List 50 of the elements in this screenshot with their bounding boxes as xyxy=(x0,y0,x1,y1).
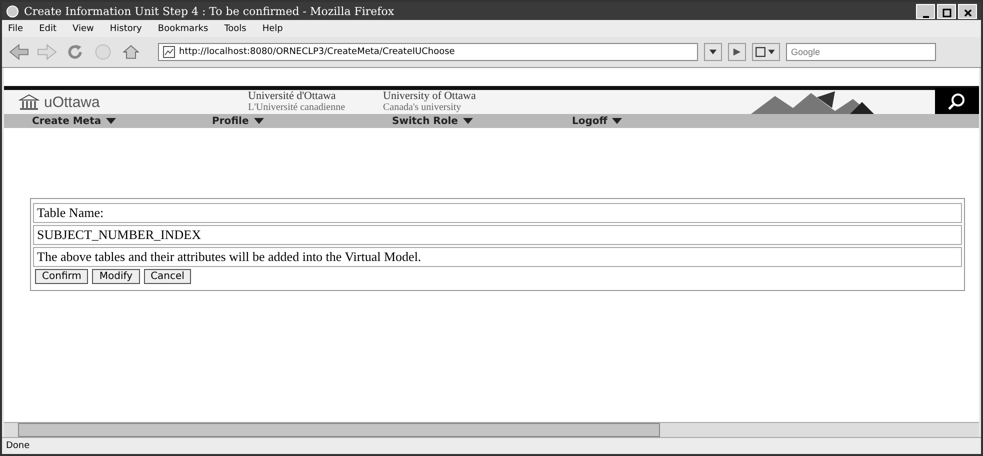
go-button[interactable] xyxy=(728,43,746,61)
minimize-button[interactable] xyxy=(916,4,935,18)
minimize-icon xyxy=(922,16,928,18)
status-text: Done xyxy=(6,441,30,451)
back-icon[interactable] xyxy=(8,43,30,61)
address-field[interactable]: http://localhost:8080/ORNECLP3/CreateMeta/CreateIUChoose xyxy=(158,43,698,61)
menu-item[interactable]: History xyxy=(110,24,142,34)
nav-menu[interactable]: Switch Role xyxy=(392,116,572,126)
university-name: University of Ottawa xyxy=(383,91,477,102)
table-cell: The above tables and their attributes will be added into the Virtual Model. xyxy=(33,247,962,267)
university-tagline: Canada's university xyxy=(383,102,462,113)
browser-icon xyxy=(6,4,19,18)
table-cell: SUBJECT_NUMBER_INDEX xyxy=(33,225,962,245)
caret-icon xyxy=(462,117,473,125)
menu-item[interactable]: Edit xyxy=(39,24,56,34)
dropdown-button[interactable] xyxy=(704,43,722,61)
logo-text: uOttawa xyxy=(44,94,100,110)
university-name: Université d'Ottawa xyxy=(248,91,337,102)
menu-item[interactable]: View xyxy=(72,24,94,34)
window-title: Create Information Unit Step 4 : To be confirmed - Mozilla Firefox xyxy=(24,4,396,18)
nav-menu[interactable]: Logoff xyxy=(572,116,622,126)
form-button[interactable]: Cancel xyxy=(144,269,192,284)
menu-item[interactable]: Help xyxy=(262,24,283,34)
building-icon xyxy=(18,94,40,110)
caret-icon xyxy=(612,117,622,125)
page-icon xyxy=(163,46,175,58)
form-button[interactable]: Confirm xyxy=(35,269,88,284)
close-icon xyxy=(962,8,972,18)
search-icon xyxy=(947,92,967,112)
university-tagline: L'Université canadienne xyxy=(248,102,346,113)
horizontal-scrollbar[interactable] xyxy=(4,422,979,437)
nav-menu[interactable]: Profile xyxy=(212,116,392,126)
search-engine-button[interactable] xyxy=(752,43,780,61)
menu-item[interactable]: Bookmarks xyxy=(158,24,208,34)
form-button[interactable]: Modify xyxy=(92,269,140,284)
menu-item[interactable]: File xyxy=(8,24,24,34)
search-field[interactable]: Google xyxy=(786,43,936,61)
caret-icon xyxy=(106,117,116,125)
engine-icon xyxy=(755,46,777,58)
close-button[interactable] xyxy=(958,4,977,18)
table-cell: Table Name: xyxy=(33,203,962,223)
nav-menu[interactable]: Create Meta xyxy=(32,116,212,126)
maximize-button[interactable] xyxy=(937,4,956,18)
home-icon[interactable] xyxy=(120,43,142,61)
maximize-icon xyxy=(942,8,952,18)
caret-icon xyxy=(254,117,264,125)
play-icon xyxy=(731,46,743,58)
menu-item[interactable]: Tools xyxy=(224,24,246,34)
search-button[interactable] xyxy=(935,88,979,116)
scrollbar-thumb[interactable] xyxy=(18,423,660,437)
